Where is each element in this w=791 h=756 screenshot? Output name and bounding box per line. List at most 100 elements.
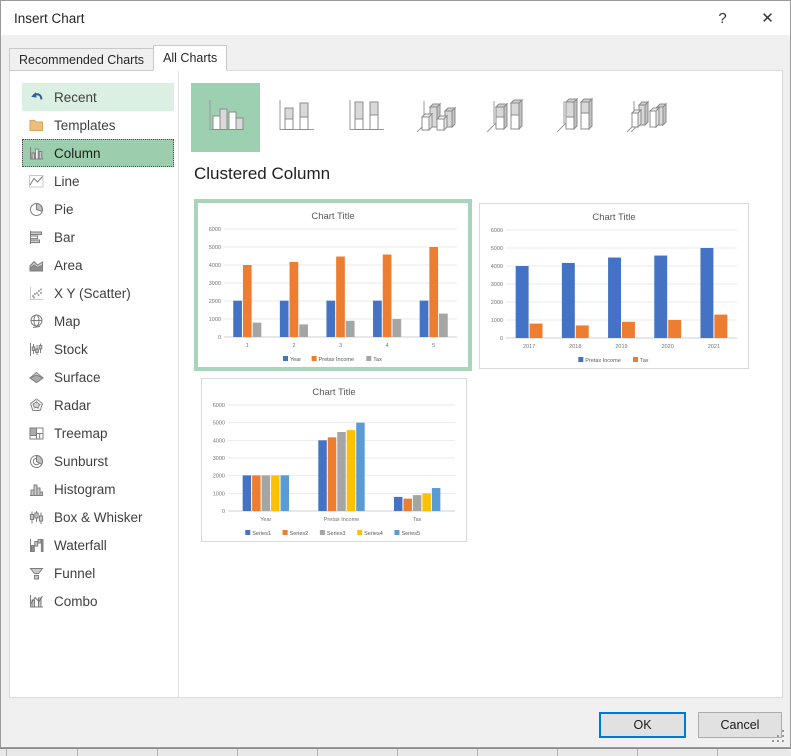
svg-text:Year: Year xyxy=(260,517,271,523)
svg-text:1000: 1000 xyxy=(213,491,225,497)
sidebar-item-label: Stock xyxy=(54,342,88,357)
sidebar-item-label: Histogram xyxy=(54,482,116,497)
sidebar-item-label: X Y (Scatter) xyxy=(54,286,131,301)
svg-text:3000: 3000 xyxy=(209,281,221,287)
svg-text:1000: 1000 xyxy=(491,318,503,324)
subtype-clustered-column[interactable] xyxy=(191,83,260,152)
radar-icon xyxy=(27,397,45,414)
svg-text:Year: Year xyxy=(290,357,301,363)
svg-text:5000: 5000 xyxy=(213,421,225,427)
sidebar-item-label: Combo xyxy=(54,594,98,609)
svg-text:Series4: Series4 xyxy=(364,531,383,537)
sidebar-item-radar[interactable]: Radar xyxy=(22,391,174,419)
chart-preview-3[interactable]: Chart Title0100020003000400050006000Year… xyxy=(201,378,467,542)
sidebar-item-label: Waterfall xyxy=(54,538,107,553)
funnel-icon xyxy=(27,565,45,582)
chart-preview-selected[interactable]: Chart Title01000200030004000500060001234… xyxy=(194,199,472,371)
svg-text:Series5: Series5 xyxy=(401,531,420,537)
sidebar-item-pie[interactable]: Pie xyxy=(22,195,174,223)
scatter-icon xyxy=(27,285,45,302)
sidebar-item-templates[interactable]: Templates xyxy=(22,111,174,139)
svg-text:Pretax Income: Pretax Income xyxy=(585,358,620,364)
sidebar-item-stock[interactable]: Stock xyxy=(22,335,174,363)
sidebar-item-label: Bar xyxy=(54,230,75,245)
3d-100-percent-stacked-column-icon xyxy=(553,95,599,140)
subtype-3d-column[interactable] xyxy=(611,83,680,152)
ok-button[interactable]: OK xyxy=(599,712,686,738)
sidebar-item-area[interactable]: Area xyxy=(22,251,174,279)
sidebar-item-column[interactable]: Column xyxy=(22,139,174,167)
svg-text:6000: 6000 xyxy=(213,403,225,409)
sidebar-item-box-whisker[interactable]: Box & Whisker xyxy=(22,503,174,531)
sidebar-item-label: Sunburst xyxy=(54,454,108,469)
subtype-stacked-column[interactable] xyxy=(261,83,330,152)
sidebar-item-waterfall[interactable]: Waterfall xyxy=(22,531,174,559)
sidebar-item-treemap[interactable]: Treemap xyxy=(22,419,174,447)
help-button[interactable]: ? xyxy=(700,2,745,34)
stock-icon xyxy=(27,341,45,358)
subtype-3d-stacked-column[interactable] xyxy=(471,83,540,152)
svg-text:1000: 1000 xyxy=(209,317,221,323)
svg-text:2000: 2000 xyxy=(209,299,221,305)
subtype-100-percent-stacked-column[interactable] xyxy=(331,83,400,152)
dialog-tabs: Recommended Charts All Charts xyxy=(9,45,227,71)
sidebar-item-label: Radar xyxy=(54,398,91,413)
line-icon xyxy=(27,173,45,190)
spreadsheet-background xyxy=(0,748,791,756)
all-charts-panel: Recent Templates Column Line Pie Bar Area X Y (… xyxy=(9,70,783,698)
area-icon xyxy=(27,257,45,274)
stacked-column-icon xyxy=(273,95,319,140)
clustered-column-icon xyxy=(203,95,249,140)
sidebar-item-label: Line xyxy=(54,174,80,189)
chart-type-list: Recent Templates Column Line Pie Bar Area X Y (… xyxy=(22,83,174,615)
preview-chart-svg: Chart Title01000200030004000500060002017… xyxy=(480,204,748,368)
resize-grip[interactable] xyxy=(772,730,786,744)
sidebar-item-label: Box & Whisker xyxy=(54,510,143,525)
chart-preview-2[interactable]: Chart Title01000200030004000500060002017… xyxy=(479,203,749,369)
svg-text:2000: 2000 xyxy=(491,300,503,306)
svg-text:Chart Title: Chart Title xyxy=(311,211,354,222)
svg-text:3000: 3000 xyxy=(491,282,503,288)
dialog-titlebar: Insert Chart ? ✕ xyxy=(1,1,790,35)
preview-chart-svg: Chart Title0100020003000400050006000Year… xyxy=(202,379,466,541)
svg-text:4000: 4000 xyxy=(491,264,503,270)
sidebar-item-line[interactable]: Line xyxy=(22,167,174,195)
sidebar-item-funnel[interactable]: Funnel xyxy=(22,559,174,587)
sidebar-item-label: Recent xyxy=(54,90,97,105)
sidebar-item-surface[interactable]: Surface xyxy=(22,363,174,391)
sidebar-item-sunburst[interactable]: Sunburst xyxy=(22,447,174,475)
cancel-button[interactable]: Cancel xyxy=(698,712,782,738)
svg-text:Series2: Series2 xyxy=(290,531,309,537)
sidebar-item-bar[interactable]: Bar xyxy=(22,223,174,251)
templates-icon xyxy=(27,117,45,134)
svg-text:3: 3 xyxy=(339,343,342,349)
svg-text:0: 0 xyxy=(222,509,225,515)
subtype-3d-100-percent-stacked-column[interactable] xyxy=(541,83,610,152)
waterfall-icon xyxy=(27,537,45,554)
svg-text:5000: 5000 xyxy=(491,246,503,252)
close-button[interactable]: ✕ xyxy=(745,2,790,34)
section-title: Clustered Column xyxy=(194,164,330,184)
sidebar-item-combo[interactable]: Combo xyxy=(22,587,174,615)
subtype-3d-clustered-column[interactable] xyxy=(401,83,470,152)
histogram-icon xyxy=(27,481,45,498)
column-icon xyxy=(27,145,45,162)
tab-all-charts[interactable]: All Charts xyxy=(153,45,227,71)
svg-text:1: 1 xyxy=(246,343,249,349)
sidebar-item-x-y-scatter[interactable]: X Y (Scatter) xyxy=(22,279,174,307)
insert-chart-dialog: Insert Chart ? ✕ Recommended Charts All … xyxy=(0,0,791,748)
sidebar-item-recent[interactable]: Recent xyxy=(22,83,174,111)
sidebar-item-map[interactable]: Map xyxy=(22,307,174,335)
sidebar-item-label: Funnel xyxy=(54,566,95,581)
svg-text:2019: 2019 xyxy=(615,344,627,350)
preview-chart-svg: Chart Title01000200030004000500060001234… xyxy=(198,203,468,367)
svg-text:2000: 2000 xyxy=(213,474,225,480)
svg-text:2020: 2020 xyxy=(662,344,674,350)
svg-text:Series3: Series3 xyxy=(327,531,346,537)
sidebar-item-label: Templates xyxy=(54,118,116,133)
svg-text:2018: 2018 xyxy=(569,344,581,350)
sidebar-item-histogram[interactable]: Histogram xyxy=(22,475,174,503)
tab-recommended-charts[interactable]: Recommended Charts xyxy=(9,48,154,71)
svg-text:4000: 4000 xyxy=(213,438,225,444)
sidebar-item-label: Pie xyxy=(54,202,74,217)
